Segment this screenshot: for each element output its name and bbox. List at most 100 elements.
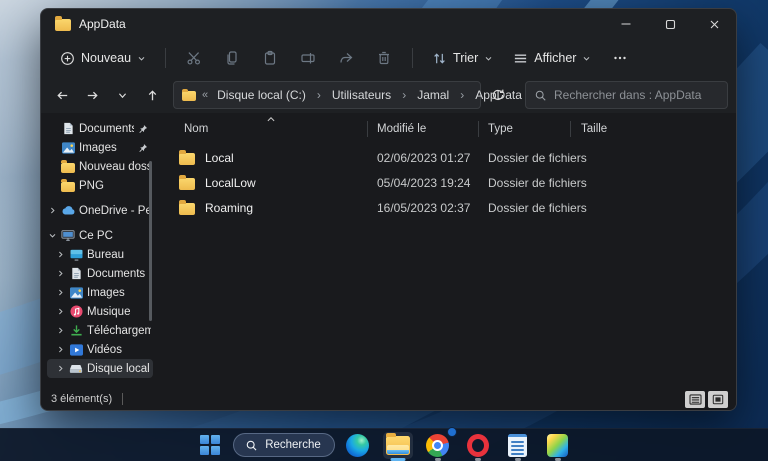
video-icon (69, 343, 83, 357)
sidebar-item-disque-local-c[interactable]: Disque local (C:) (47, 359, 153, 378)
share-icon (340, 53, 353, 63)
view-button[interactable]: Afficher (504, 46, 600, 71)
sidebar-item-images-pinned[interactable]: Images (47, 138, 153, 157)
taskbar-notepad[interactable] (501, 429, 535, 461)
close-button[interactable] (692, 9, 736, 39)
delete-button[interactable] (366, 44, 402, 72)
scissors-icon (187, 52, 201, 65)
taskbar-search[interactable]: Recherche (233, 433, 335, 457)
minimize-button[interactable] (604, 9, 648, 39)
file-modified: 16/05/2023 02:37 (377, 200, 471, 215)
sidebar-item-bureau[interactable]: Bureau (47, 245, 153, 264)
forward-button[interactable] (79, 82, 105, 108)
details-view-icon (688, 393, 702, 405)
sidebar-item-label: Disque local (C:) (87, 362, 151, 375)
large-icons-view-button[interactable] (708, 390, 728, 408)
copy-button[interactable] (214, 44, 250, 72)
view-lines-icon (513, 51, 528, 66)
opera-icon (466, 433, 489, 457)
column-header-type[interactable]: Type (479, 117, 571, 141)
chevron-right-icon[interactable] (55, 250, 65, 259)
share-button[interactable] (328, 44, 364, 72)
column-header-name[interactable]: Nom (153, 117, 368, 141)
folder-icon (179, 174, 195, 190)
taskbar-edge[interactable] (341, 429, 375, 461)
breadcrumb-separator-icon[interactable]: › (315, 88, 323, 102)
recent-locations-button[interactable] (109, 82, 135, 108)
sidebar-item-documents[interactable]: Documents (47, 264, 153, 283)
taskbar-chrome[interactable] (421, 426, 457, 461)
sidebar-item-images[interactable]: Images (47, 283, 153, 302)
onedrive-cloud-icon (61, 204, 75, 218)
sidebar-item-musique[interactable]: Musique (47, 302, 153, 321)
start-button[interactable] (193, 429, 227, 461)
chevron-right-icon[interactable] (55, 364, 65, 373)
breadcrumb-separator-icon[interactable]: › (458, 88, 466, 102)
up-button[interactable] (139, 82, 165, 108)
back-button[interactable] (49, 82, 75, 108)
file-row-locallow[interactable]: LocalLow 05/04/2023 19:24 Dossier de fic… (153, 170, 736, 195)
chevron-right-icon[interactable] (55, 345, 65, 354)
copy-icon (227, 51, 237, 65)
search-icon (534, 89, 547, 102)
address-bar[interactable]: « Disque local (C:) › Utilisateurs › Jam… (173, 81, 546, 109)
sidebar-item-onedrive[interactable]: OneDrive - Person (47, 201, 153, 220)
refresh-button[interactable] (485, 82, 511, 108)
rename-icon (301, 53, 315, 64)
folder-icon (179, 199, 195, 215)
sidebar-item-label: PNG (79, 179, 104, 192)
windows-logo-icon (200, 435, 220, 455)
sidebar-item-documents-pinned[interactable]: Documents (47, 119, 153, 138)
large-icons-view-icon (712, 394, 724, 404)
sidebar-item-telechargements[interactable]: Téléchargements (47, 321, 153, 340)
chevron-down-icon[interactable] (47, 231, 57, 240)
breadcrumb-collapsed-marker[interactable]: « (202, 89, 208, 101)
taskbar-photos-app[interactable] (541, 429, 575, 461)
photos-app-icon (547, 433, 569, 457)
pin-icon (138, 124, 151, 134)
file-modified: 02/06/2023 01:27 (377, 150, 471, 165)
more-options-button[interactable] (602, 44, 638, 72)
chevron-right-icon[interactable] (55, 307, 65, 316)
sidebar-item-ce-pc[interactable]: Ce PC (47, 226, 153, 245)
sort-button[interactable]: Trier (423, 46, 502, 71)
breadcrumb-item[interactable]: Disque local (C:) (214, 87, 309, 103)
breadcrumb-separator-icon[interactable]: › (400, 88, 408, 102)
sidebar-scrollbar[interactable] (149, 161, 152, 321)
maximize-button[interactable] (648, 9, 692, 39)
chevron-right-icon[interactable] (55, 288, 65, 297)
search-input[interactable] (554, 88, 719, 102)
chevron-right-icon[interactable] (55, 269, 65, 278)
sidebar-item-nouveau-dossier[interactable]: Nouveau dossier (47, 157, 153, 176)
folder-icon (61, 160, 75, 174)
status-bar: 3 élément(s) (41, 388, 736, 410)
file-row-roaming[interactable]: Roaming 16/05/2023 02:37 Dossier de fich… (153, 195, 736, 220)
breadcrumb-item[interactable]: Utilisateurs (329, 87, 394, 103)
chevron-down-icon (137, 54, 146, 63)
sidebar-item-png[interactable]: PNG (47, 176, 153, 195)
chevron-right-icon[interactable] (47, 206, 57, 215)
folder-icon (182, 88, 196, 101)
new-button[interactable]: Nouveau (51, 46, 155, 71)
sidebar-item-videos[interactable]: Vidéos (47, 340, 153, 359)
file-explorer-icon (385, 432, 410, 455)
title-bar[interactable]: AppData (41, 9, 736, 39)
taskbar-file-explorer[interactable] (381, 429, 415, 461)
desktop: AppData Nouveau Trier Afficher « Disque … (0, 0, 768, 461)
file-name: Local (205, 150, 234, 165)
running-app-indicator (474, 458, 481, 461)
column-header-modified[interactable]: Modifié le (368, 117, 479, 141)
file-row-local[interactable]: Local 02/06/2023 01:27 Dossier de fichie… (153, 145, 736, 170)
chevron-right-icon[interactable] (55, 326, 65, 335)
paste-button[interactable] (252, 44, 288, 72)
cut-button[interactable] (176, 44, 212, 72)
column-header-size[interactable]: Taille (571, 117, 736, 141)
taskbar-opera[interactable] (461, 429, 495, 461)
file-type: Dossier de fichiers (488, 175, 587, 190)
details-view-button[interactable] (685, 390, 705, 408)
search-box[interactable] (525, 81, 728, 109)
breadcrumb-item[interactable]: Jamal (414, 87, 452, 103)
view-button-label: Afficher (534, 51, 577, 65)
address-bar-row: « Disque local (C:) › Utilisateurs › Jam… (41, 77, 736, 113)
rename-button[interactable] (290, 44, 326, 72)
